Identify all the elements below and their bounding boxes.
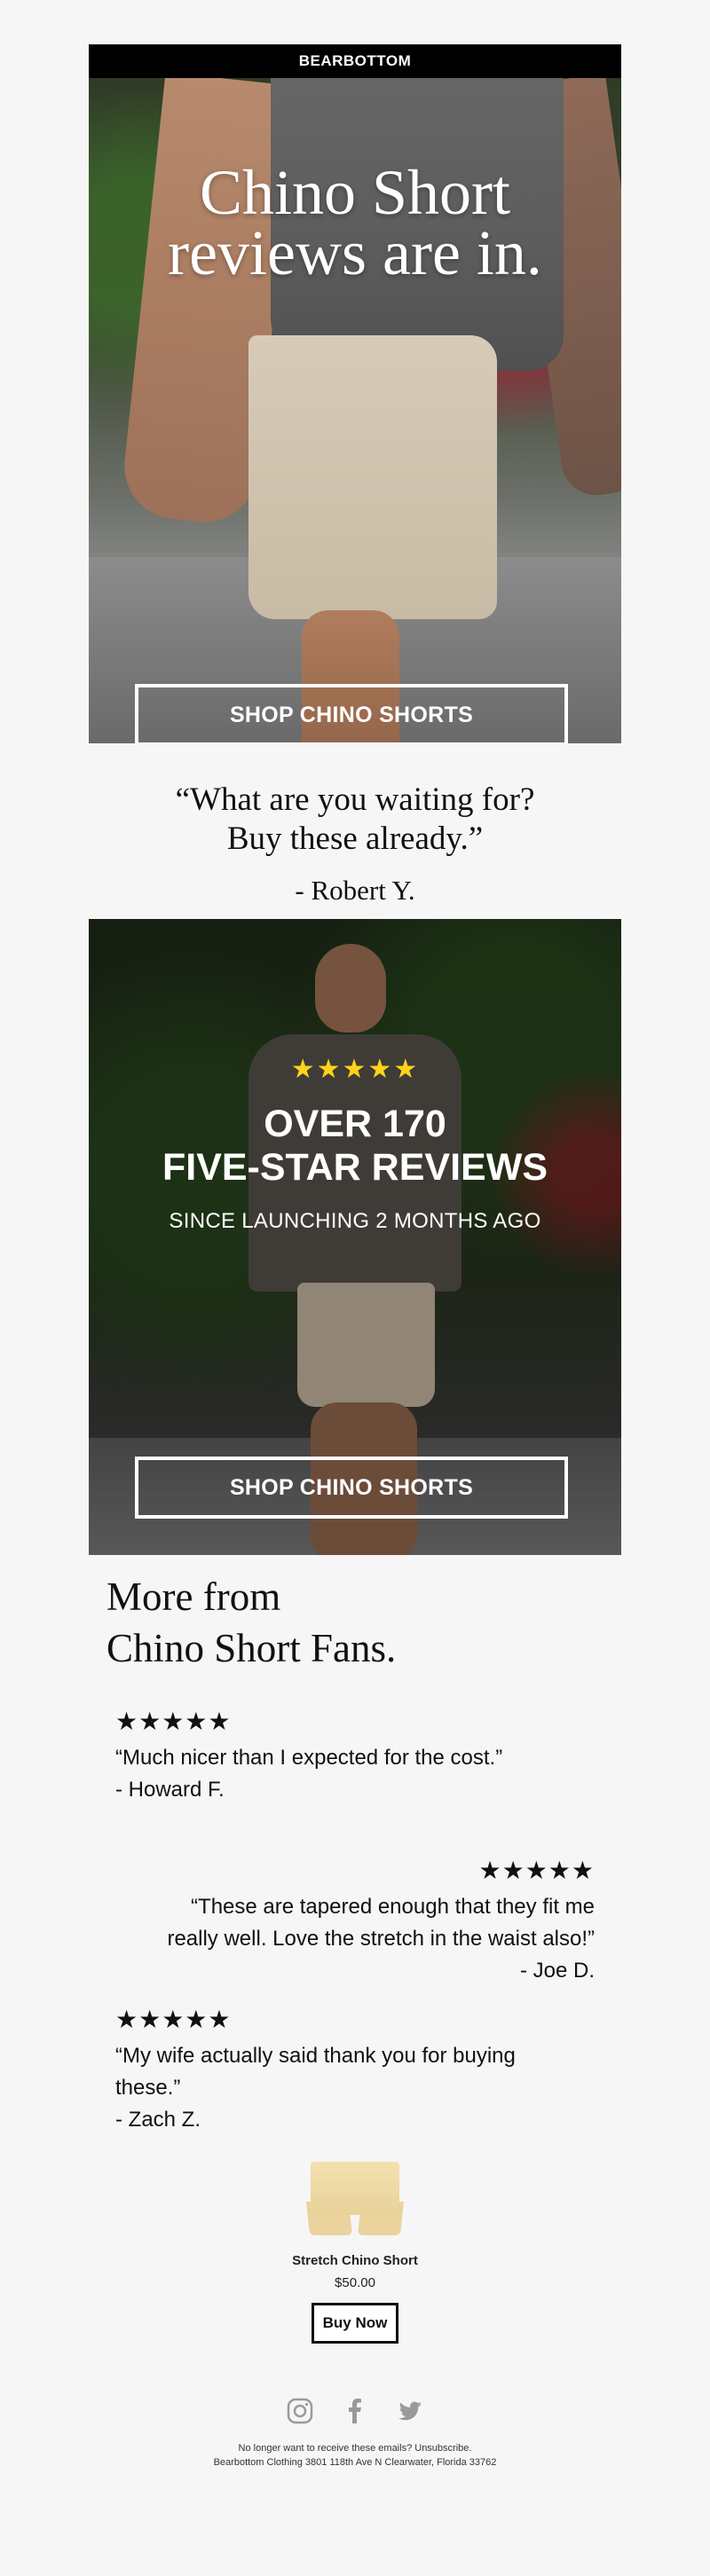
brand-header: BEARBOTTOM	[89, 44, 621, 78]
reviews-subtitle: SINCE LAUNCHING 2 MONTHS AGO	[169, 1209, 541, 1233]
five-star-rating-icon: ★★★★★	[290, 1055, 420, 1084]
email-container: BEARBOTTOM Chino Short reviews are in. S…	[89, 44, 621, 2470]
product-price: $50.00	[335, 2275, 375, 2290]
product-name[interactable]: Stretch Chino Short	[89, 2253, 621, 2268]
email-footer: No longer want to receive these emails? …	[89, 2441, 621, 2470]
review-text: “These are tapered enough that they fit …	[167, 1895, 595, 1951]
facebook-icon[interactable]	[341, 2397, 369, 2425]
review-author: - Zach Z.	[115, 2108, 201, 2132]
featured-quote: “What are you waiting for? Buy these alr…	[89, 743, 621, 919]
star-rating-icon: ★★★★★	[115, 1708, 232, 1735]
unsubscribe-link[interactable]: No longer want to receive these emails? …	[89, 2441, 621, 2455]
quote-author: - Robert Y.	[295, 875, 415, 906]
reviews-headline: OVER 170 FIVE-STAR REVIEWS	[162, 1103, 548, 1189]
shop-chino-shorts-button[interactable]: SHOP CHINO SHORTS	[135, 684, 568, 743]
hero-title: Chino Short reviews are in.	[168, 157, 542, 288]
review-text: “Much nicer than I expected for the cost…	[115, 1746, 503, 1770]
fans-section-title: More from Chino Short Fans.	[106, 1575, 397, 1670]
review-author: - Joe D.	[519, 1959, 595, 1983]
instagram-icon[interactable]	[286, 2397, 314, 2425]
star-rating-icon: ★★★★★	[478, 1857, 595, 1884]
shop-chino-shorts-button-2[interactable]: SHOP CHINO SHORTS	[135, 1457, 568, 1519]
star-rating-icon: ★★★★★	[115, 2006, 232, 2033]
quote-line-2: Buy these already.”	[226, 821, 484, 857]
company-address: Bearbottom Clothing 3801 118th Ave N Cle…	[213, 2457, 497, 2468]
review-text: “My wife actually said thank you for buy…	[115, 2044, 516, 2100]
review-card: ★★★★★ “My wife actually said thank you f…	[115, 2007, 532, 2157]
hero-banner[interactable]: Chino Short reviews are in. SHOP CHINO S…	[89, 78, 621, 743]
reviews-banner[interactable]: ★★★★★ OVER 170 FIVE-STAR REVIEWS SINCE L…	[89, 919, 621, 1555]
product-image[interactable]	[306, 2157, 404, 2237]
twitter-icon[interactable]	[396, 2397, 424, 2425]
review-card: ★★★★★ “These are tapered enough that the…	[142, 1857, 595, 2007]
product-card: Stretch Chino Short $50.00 Buy Now	[89, 2157, 621, 2388]
social-links	[89, 2397, 621, 2425]
review-author: - Howard F.	[115, 1778, 225, 1802]
review-card: ★★★★★ “Much nicer than I expected for th…	[115, 1708, 577, 1857]
quote-line-1: “What are you waiting for?	[175, 781, 535, 818]
brand-logo[interactable]: BEARBOTTOM	[299, 52, 412, 70]
buy-now-button[interactable]: Buy Now	[311, 2303, 399, 2344]
